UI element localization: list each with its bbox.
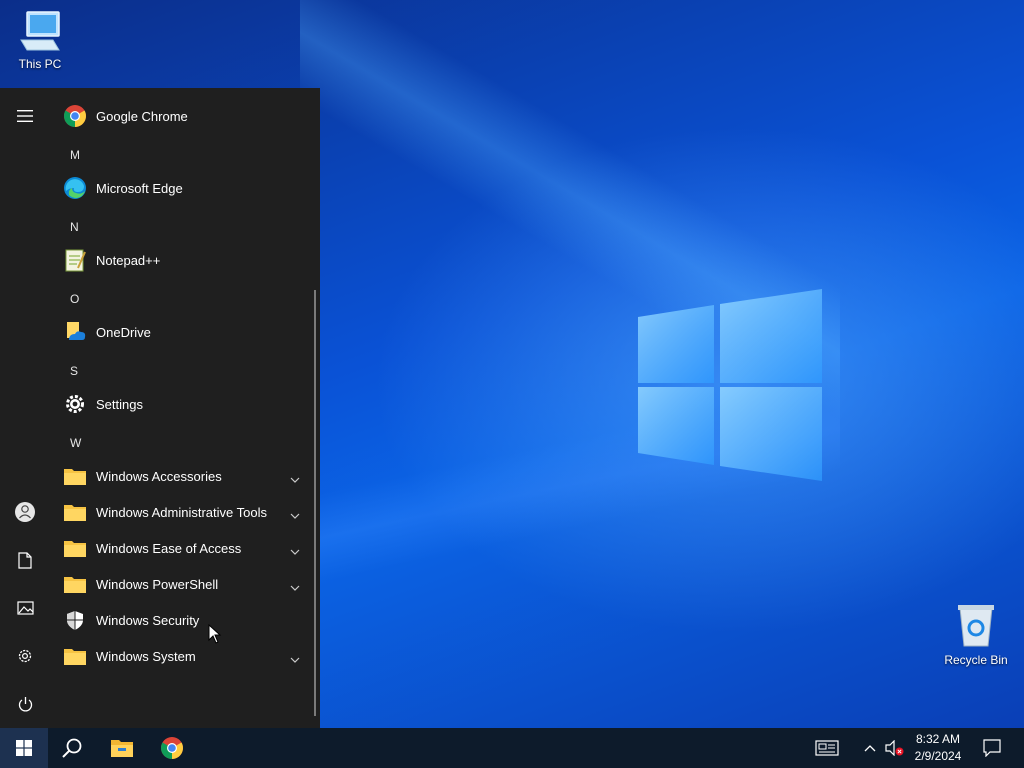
folder-name: Windows Administrative Tools xyxy=(96,504,267,520)
clock-time: 8:32 AM xyxy=(915,732,961,746)
chevron-down-icon[interactable] xyxy=(290,542,300,560)
folder-icon xyxy=(62,571,88,597)
chevron-down-icon[interactable] xyxy=(290,506,300,524)
app-list-item-microsoft-edge[interactable]: Microsoft Edge xyxy=(62,170,306,206)
show-hidden-icons-button[interactable] xyxy=(858,728,882,768)
section-header-s[interactable]: S xyxy=(70,364,78,378)
notepadpp-icon xyxy=(62,247,88,273)
chrome-icon xyxy=(161,737,183,759)
search-icon xyxy=(62,738,82,758)
settings-rail-button[interactable] xyxy=(0,634,50,678)
start-button[interactable] xyxy=(0,728,48,768)
clock[interactable]: 8:32 AM 2/9/2024 xyxy=(906,731,970,765)
app-name: Notepad++ xyxy=(96,252,161,268)
section-header-n[interactable]: N xyxy=(70,220,79,234)
edge-icon xyxy=(62,175,88,201)
desktop-icon-label: This PC xyxy=(18,57,62,71)
app-list-item-onedrive[interactable]: OneDrive xyxy=(62,314,306,350)
shield-icon xyxy=(62,607,88,633)
news-and-interests-button[interactable] xyxy=(810,728,844,768)
folder-name: Windows Ease of Access xyxy=(96,540,242,556)
onedrive-icon xyxy=(62,319,88,345)
section-header-m[interactable]: M xyxy=(70,148,80,162)
folder-name: Windows System xyxy=(96,648,196,664)
app-name: Microsoft Edge xyxy=(96,180,183,196)
app-list: Google Chrome M Microsoft Edge N Notepad… xyxy=(50,88,312,728)
folder-windows-powershell[interactable]: Windows PowerShell xyxy=(62,566,306,602)
power-button[interactable] xyxy=(0,682,50,726)
desktop-icon-recycle-bin[interactable]: Recycle Bin xyxy=(940,602,1012,667)
documents-button[interactable] xyxy=(0,538,50,582)
chevron-down-icon[interactable] xyxy=(290,578,300,596)
app-list-item-windows-security[interactable]: Windows Security xyxy=(62,602,306,638)
folder-windows-accessories[interactable]: Windows Accessories xyxy=(62,458,306,494)
file-explorer-icon xyxy=(111,740,133,757)
user-avatar-icon xyxy=(15,502,35,522)
folder-windows-ease-of-access[interactable]: Windows Ease of Access xyxy=(62,530,306,566)
folder-icon xyxy=(62,643,88,669)
volume-button[interactable] xyxy=(882,728,906,768)
folder-name: Windows Accessories xyxy=(96,468,222,484)
section-header-o[interactable]: O xyxy=(70,292,79,306)
gear-icon xyxy=(18,649,32,663)
notification-icon xyxy=(983,739,1001,757)
hamburger-menu-button[interactable] xyxy=(0,94,50,138)
recycle-bin-icon xyxy=(958,605,994,647)
app-name: OneDrive xyxy=(96,324,151,340)
app-name: Windows Security xyxy=(96,612,200,628)
folder-name: Windows PowerShell xyxy=(96,576,219,592)
power-icon xyxy=(18,696,32,711)
folder-icon xyxy=(62,499,88,525)
start-menu-rail xyxy=(0,88,50,728)
news-icon xyxy=(815,740,839,756)
file-explorer-button[interactable] xyxy=(98,728,146,768)
document-icon xyxy=(18,551,32,569)
computer-icon xyxy=(20,11,60,51)
desktop-icon-this-pc[interactable]: This PC xyxy=(12,10,68,71)
app-list-scrollbar[interactable] xyxy=(314,290,316,716)
action-center-button[interactable] xyxy=(976,728,1008,768)
picture-icon xyxy=(16,601,34,615)
app-name: Settings xyxy=(96,396,143,412)
search-button[interactable] xyxy=(48,728,96,768)
taskbar: 8:32 AM 2/9/2024 xyxy=(0,728,1024,768)
folder-windows-system[interactable]: Windows System xyxy=(62,638,306,674)
google-chrome-taskbar-button[interactable] xyxy=(148,728,196,768)
app-list-item-notepadpp[interactable]: Notepad++ xyxy=(62,242,306,278)
chevron-down-icon[interactable] xyxy=(290,650,300,668)
volume-muted-icon xyxy=(885,740,904,756)
mouse-cursor-icon xyxy=(208,624,222,644)
gear-icon xyxy=(62,391,88,417)
windows-logo-wallpaper xyxy=(638,289,822,481)
desktop-icon-label: Recycle Bin xyxy=(944,653,1008,667)
windows-logo-icon xyxy=(16,740,32,756)
chevron-down-icon[interactable] xyxy=(290,470,300,488)
chevron-up-icon xyxy=(864,745,876,752)
app-list-item-google-chrome[interactable]: Google Chrome xyxy=(62,98,306,134)
app-name: Google Chrome xyxy=(96,108,188,124)
clock-date: 2/9/2024 xyxy=(914,749,962,763)
app-list-item-settings[interactable]: Settings xyxy=(62,386,306,422)
user-account-button[interactable] xyxy=(0,490,50,534)
folder-icon xyxy=(62,463,88,489)
folder-icon xyxy=(62,535,88,561)
chrome-icon xyxy=(62,103,88,129)
section-header-w[interactable]: W xyxy=(70,436,81,450)
hamburger-icon xyxy=(17,110,33,122)
folder-windows-administrative-tools[interactable]: Windows Administrative Tools xyxy=(62,494,306,530)
pictures-button[interactable] xyxy=(0,586,50,630)
start-menu: Google Chrome M Microsoft Edge N Notepad… xyxy=(0,88,320,728)
